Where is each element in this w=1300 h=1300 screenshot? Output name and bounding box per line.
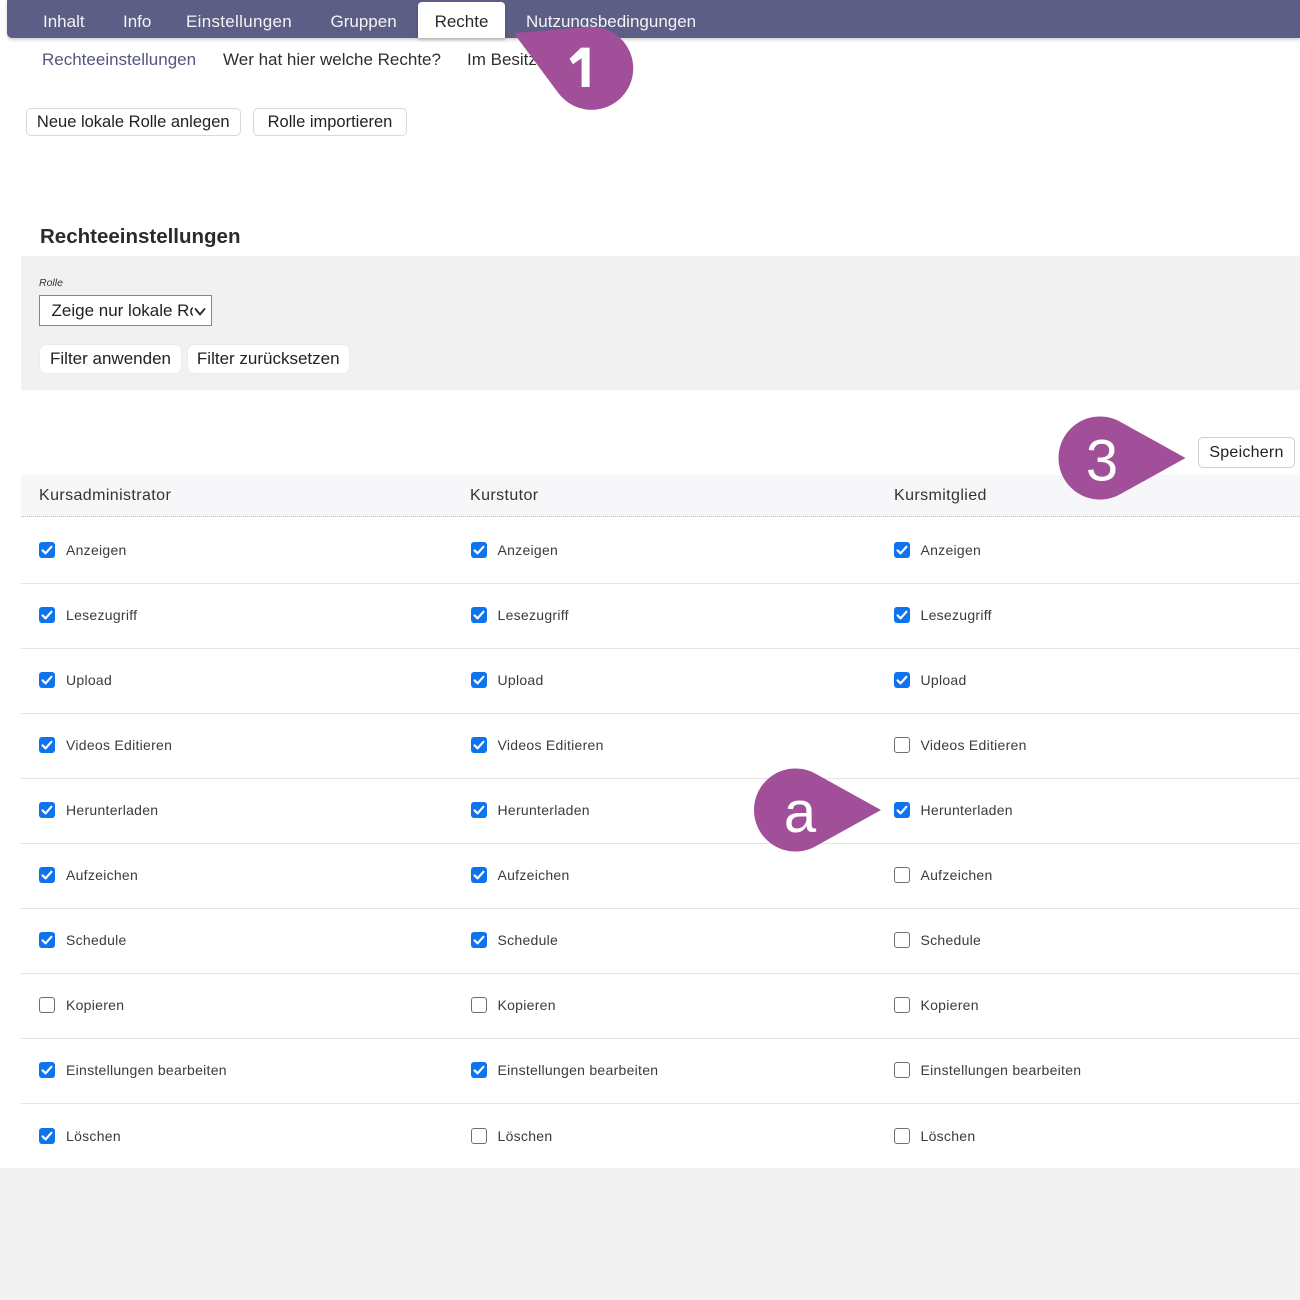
- svg-text:3: 3: [1086, 429, 1118, 494]
- svg-text:a: a: [784, 780, 817, 845]
